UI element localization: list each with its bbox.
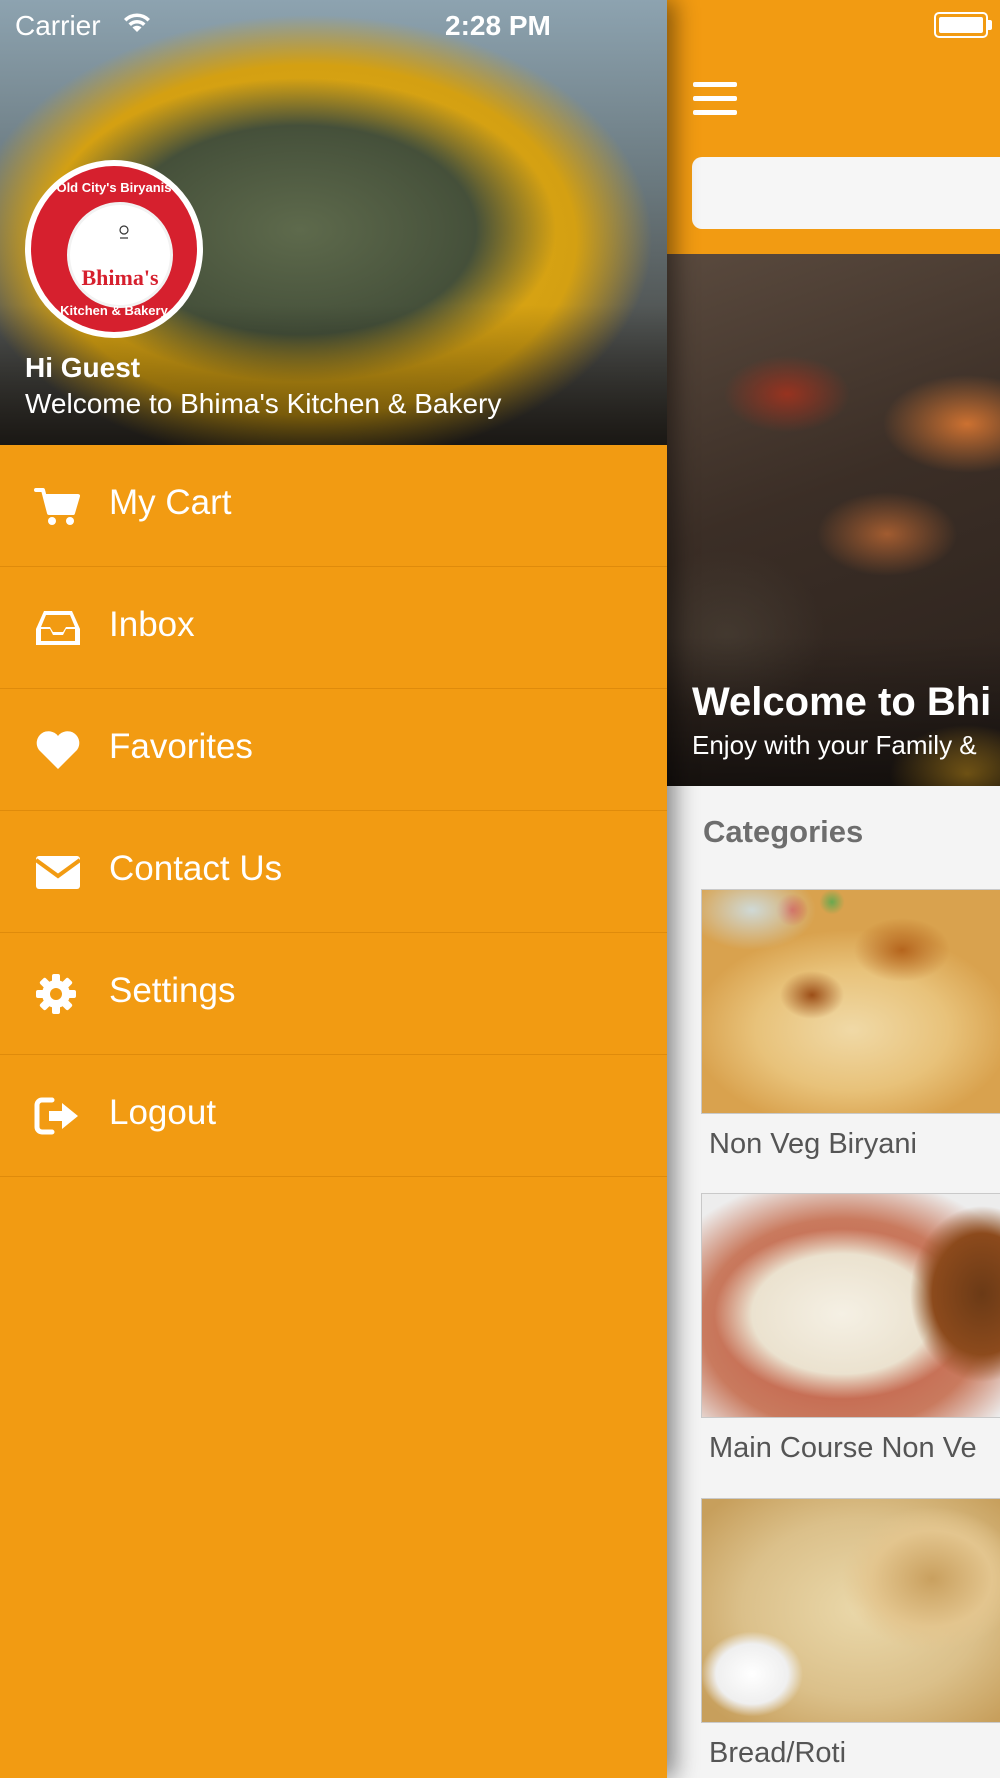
battery-icon <box>934 12 992 38</box>
cart-icon <box>34 488 80 525</box>
welcome-text: Welcome to Bhima's Kitchen & Bakery <box>25 388 502 419</box>
menu-item-logout[interactable]: Logout <box>0 1055 667 1177</box>
menu-item-inbox[interactable]: Inbox <box>0 567 667 689</box>
menu-label: Settings <box>109 971 236 1010</box>
menu-label: Contact Us <box>109 849 283 888</box>
gear-icon <box>36 974 76 1014</box>
menu-item-settings[interactable]: Settings <box>0 933 667 1055</box>
app-header <box>667 0 1000 254</box>
greeting-text: Hi Guest <box>25 352 141 383</box>
side-drawer: Old City's Biryanis Bhima's Kitchen & Ba… <box>0 0 667 1778</box>
category-image <box>701 1498 1000 1723</box>
menu-item-my-cart[interactable]: My Cart <box>0 445 667 567</box>
category-card-non-veg-biryani[interactable]: Non Veg Biryani <box>701 889 1000 1161</box>
search-input[interactable] <box>692 157 1000 229</box>
menu-item-favorites[interactable]: Favorites <box>0 689 667 811</box>
hamburger-menu-icon[interactable] <box>693 80 739 120</box>
category-card-main-course[interactable]: Main Course Non Ve <box>701 1193 1000 1465</box>
categories-heading: Categories <box>703 814 864 849</box>
logo-top-text: Old City's Biryanis <box>56 180 172 195</box>
chef-icon <box>119 225 129 239</box>
menu-label: Logout <box>109 1093 217 1132</box>
menu-item-contact-us[interactable]: Contact Us <box>0 811 667 933</box>
category-name: Non Veg Biryani <box>709 1128 917 1160</box>
main-content: Welcome to Bhi Enjoy with your Family & … <box>667 0 1000 1778</box>
envelope-icon <box>34 856 82 889</box>
category-name: Main Course Non Ve <box>709 1432 977 1464</box>
menu-label: Inbox <box>109 605 195 644</box>
hero-title: Welcome to Bhi <box>692 680 992 724</box>
category-image <box>701 889 1000 1114</box>
logo-bottom-text: Kitchen & Bakery <box>60 303 168 318</box>
logout-icon <box>34 1097 78 1135</box>
drawer-menu: My Cart Inbox Favorites Contact Us Setti… <box>0 445 667 1177</box>
menu-label: Favorites <box>109 727 253 766</box>
category-image <box>701 1193 1000 1418</box>
brand-logo: Old City's Biryanis Bhima's Kitchen & Ba… <box>25 160 203 338</box>
heart-icon <box>36 731 80 769</box>
hero-banner[interactable]: Welcome to Bhi Enjoy with your Family & <box>667 254 1000 786</box>
inbox-icon <box>36 611 80 645</box>
hero-subtitle: Enjoy with your Family & <box>692 730 977 760</box>
drawer-header: Old City's Biryanis Bhima's Kitchen & Ba… <box>0 0 667 445</box>
menu-label: My Cart <box>109 483 232 522</box>
category-card-bread-roti[interactable]: Bread/Roti <box>701 1498 1000 1770</box>
logo-name: Bhima's <box>81 265 159 290</box>
category-name: Bread/Roti <box>709 1737 847 1769</box>
